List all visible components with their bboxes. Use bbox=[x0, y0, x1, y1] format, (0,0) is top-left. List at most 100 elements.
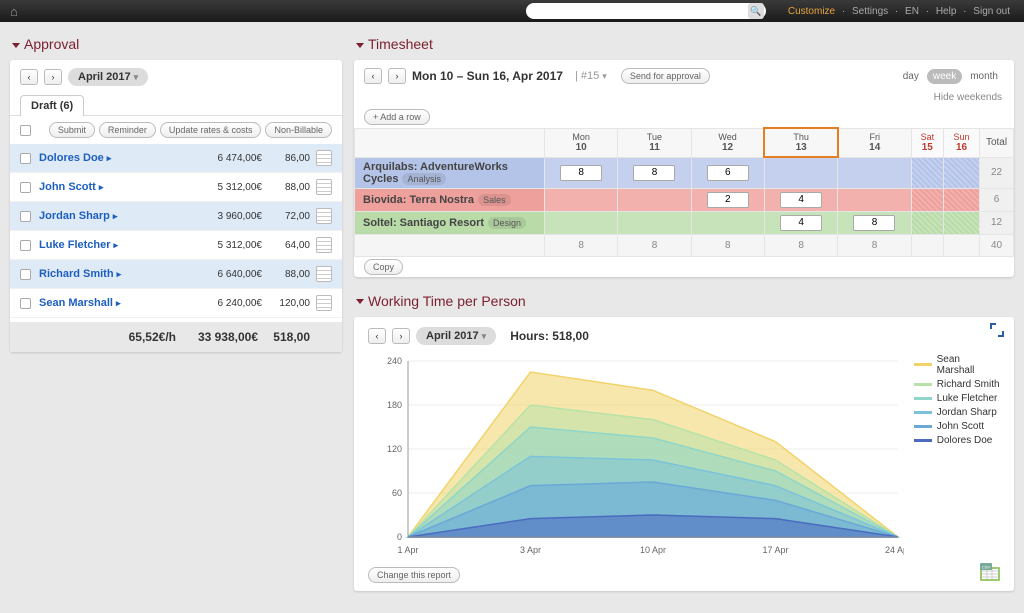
calendar-icon[interactable] bbox=[316, 266, 332, 282]
search-icon[interactable]: 🔍 bbox=[748, 3, 764, 19]
project-label[interactable]: Arquilabs: AdventureWorks CyclesAnalysis bbox=[355, 157, 545, 188]
calendar-icon[interactable] bbox=[316, 237, 332, 253]
search-input[interactable] bbox=[526, 3, 766, 19]
approval-row[interactable]: Jordan Sharp▸ 3 960,00€ 72,00 bbox=[10, 202, 342, 231]
signout-link[interactable]: Sign out bbox=[973, 6, 1010, 17]
day-header[interactable]: Sun16 bbox=[944, 128, 980, 157]
approval-title[interactable]: Approval bbox=[10, 32, 342, 60]
day-header[interactable]: Sat15 bbox=[911, 128, 943, 157]
customize-link[interactable]: Customize bbox=[788, 6, 835, 17]
day-header[interactable]: Wed12 bbox=[691, 128, 764, 157]
time-cell[interactable] bbox=[764, 211, 837, 234]
calendar-icon[interactable] bbox=[316, 179, 332, 195]
time-cell[interactable] bbox=[764, 188, 837, 211]
time-cell[interactable] bbox=[944, 211, 980, 234]
person-name[interactable]: Jordan Sharp▸ bbox=[39, 210, 198, 222]
time-cell[interactable] bbox=[838, 157, 911, 188]
calendar-icon[interactable] bbox=[316, 295, 332, 311]
reminder-button[interactable]: Reminder bbox=[99, 122, 156, 138]
calendar-icon[interactable] bbox=[316, 208, 332, 224]
row-checkbox[interactable] bbox=[20, 240, 31, 251]
send-approval-button[interactable]: Send for approval bbox=[621, 68, 710, 84]
row-checkbox[interactable] bbox=[20, 211, 31, 222]
time-cell[interactable] bbox=[545, 211, 618, 234]
time-cell[interactable] bbox=[691, 157, 764, 188]
approval-next[interactable]: › bbox=[44, 69, 62, 85]
approval-row[interactable]: Luke Fletcher▸ 5 312,00€ 64,00 bbox=[10, 231, 342, 260]
time-cell[interactable] bbox=[944, 188, 980, 211]
expand-icon[interactable] bbox=[990, 323, 1004, 337]
submit-button[interactable]: Submit bbox=[49, 122, 95, 138]
working-time-title[interactable]: Working Time per Person bbox=[354, 289, 1014, 317]
time-cell[interactable] bbox=[618, 211, 691, 234]
time-cell[interactable] bbox=[691, 211, 764, 234]
time-input[interactable] bbox=[780, 192, 822, 208]
time-cell[interactable] bbox=[618, 188, 691, 211]
legend-item[interactable]: Jordan Sharp bbox=[914, 407, 1000, 418]
day-header[interactable]: Fri14 bbox=[838, 128, 911, 157]
home-icon[interactable]: ⌂ bbox=[10, 4, 18, 19]
time-input[interactable] bbox=[560, 165, 602, 181]
person-name[interactable]: Luke Fletcher▸ bbox=[39, 239, 198, 251]
chart-next[interactable]: › bbox=[392, 328, 410, 344]
approval-row[interactable]: Sean Marshall▸ 6 240,00€ 120,00 bbox=[10, 289, 342, 318]
time-input[interactable] bbox=[853, 215, 895, 231]
person-name[interactable]: Richard Smith▸ bbox=[39, 268, 198, 280]
lang-link[interactable]: EN bbox=[905, 6, 919, 17]
row-checkbox[interactable] bbox=[20, 153, 31, 164]
day-header[interactable]: Tue11 bbox=[618, 128, 691, 157]
day-header[interactable]: Mon10 bbox=[545, 128, 618, 157]
calendar-icon[interactable] bbox=[316, 150, 332, 166]
timesheet-prev[interactable]: ‹ bbox=[364, 68, 382, 84]
time-input[interactable] bbox=[707, 165, 749, 181]
person-name[interactable]: John Scott▸ bbox=[39, 181, 198, 193]
update-rates-button[interactable]: Update rates & costs bbox=[160, 122, 262, 138]
project-label[interactable]: Soltel: Santiago ResortDesign bbox=[355, 211, 545, 234]
time-cell[interactable] bbox=[838, 188, 911, 211]
time-cell[interactable] bbox=[545, 157, 618, 188]
time-cell[interactable] bbox=[838, 211, 911, 234]
csv-export-icon[interactable]: CSV bbox=[980, 563, 1000, 581]
approval-period[interactable]: April 2017 ▾ bbox=[68, 68, 148, 86]
nonbillable-button[interactable]: Non-Billable bbox=[265, 122, 332, 138]
time-cell[interactable] bbox=[944, 157, 980, 188]
time-cell[interactable] bbox=[545, 188, 618, 211]
time-input[interactable] bbox=[633, 165, 675, 181]
time-cell[interactable] bbox=[911, 188, 943, 211]
mode-week[interactable]: week bbox=[927, 69, 962, 84]
change-report-button[interactable]: Change this report bbox=[368, 567, 460, 583]
time-cell[interactable] bbox=[691, 188, 764, 211]
time-cell[interactable] bbox=[911, 211, 943, 234]
add-row-button[interactable]: + Add a row bbox=[364, 109, 430, 125]
legend-item[interactable]: Richard Smith bbox=[914, 379, 1000, 390]
person-name[interactable]: Dolores Doe▸ bbox=[39, 152, 198, 164]
timesheet-title[interactable]: Timesheet bbox=[354, 32, 1014, 60]
mode-month[interactable]: month bbox=[964, 69, 1004, 84]
mode-day[interactable]: day bbox=[897, 69, 925, 84]
row-checkbox[interactable] bbox=[20, 269, 31, 280]
row-checkbox[interactable] bbox=[20, 182, 31, 193]
select-all-checkbox[interactable] bbox=[20, 125, 31, 136]
time-cell[interactable] bbox=[911, 157, 943, 188]
project-label[interactable]: Biovida: Terra NostraSales bbox=[355, 188, 545, 211]
time-input[interactable] bbox=[780, 215, 822, 231]
legend-item[interactable]: Sean Marshall bbox=[914, 354, 1000, 376]
legend-item[interactable]: Dolores Doe bbox=[914, 435, 1000, 446]
time-input[interactable] bbox=[707, 192, 749, 208]
legend-item[interactable]: Luke Fletcher bbox=[914, 393, 1000, 404]
day-header[interactable]: Thu13 bbox=[764, 128, 837, 157]
time-cell[interactable] bbox=[764, 157, 837, 188]
copy-button[interactable]: Copy bbox=[364, 259, 403, 275]
approval-row[interactable]: Richard Smith▸ 6 640,00€ 88,00 bbox=[10, 260, 342, 289]
row-checkbox[interactable] bbox=[20, 298, 31, 309]
help-link[interactable]: Help bbox=[936, 6, 957, 17]
time-cell[interactable] bbox=[618, 157, 691, 188]
hide-weekends-link[interactable]: Hide weekends bbox=[934, 92, 1002, 103]
person-name[interactable]: Sean Marshall▸ bbox=[39, 297, 198, 309]
approval-row[interactable]: Dolores Doe▸ 6 474,00€ 86,00 bbox=[10, 144, 342, 173]
legend-item[interactable]: John Scott bbox=[914, 421, 1000, 432]
approval-row[interactable]: John Scott▸ 5 312,00€ 88,00 bbox=[10, 173, 342, 202]
chart-prev[interactable]: ‹ bbox=[368, 328, 386, 344]
timesheet-next[interactable]: › bbox=[388, 68, 406, 84]
approval-tab-draft[interactable]: Draft (6) bbox=[20, 95, 84, 116]
